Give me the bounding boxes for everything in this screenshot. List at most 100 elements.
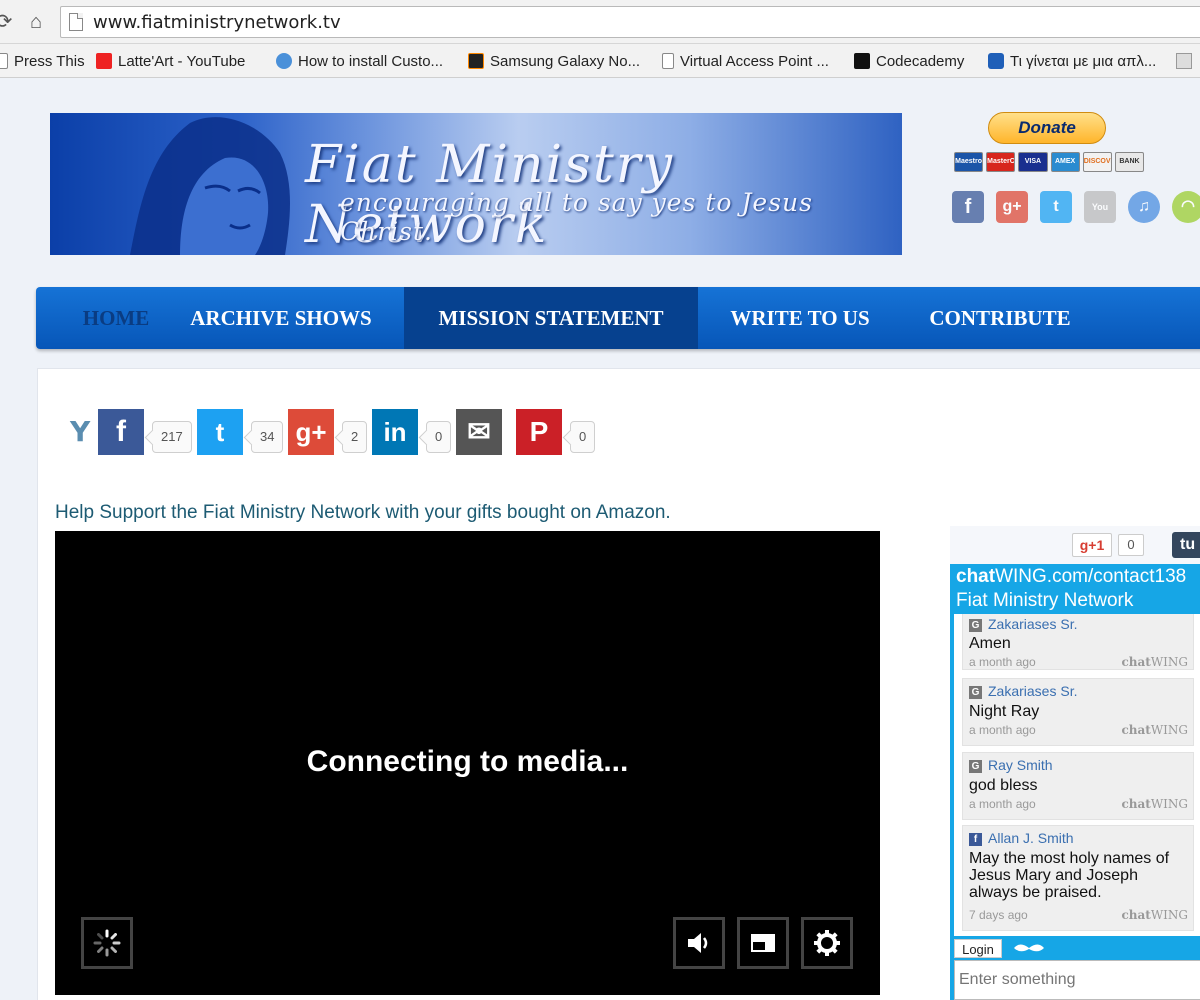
chatwing-brand-bold: chat [1121,797,1151,811]
chat-message-user[interactable]: Zakariases Sr. [988,683,1077,699]
youtube-icon [96,53,112,69]
bookmark-folder-icon[interactable] [1176,53,1192,69]
amex-card-icon: AMEX [1050,152,1080,172]
bookmark-label: Press This [14,52,85,70]
chatwing-brand-rest: WING [1150,797,1188,811]
chatwing-brand: chatWING [1121,655,1188,669]
bookmark-item[interactable]: Virtual Access Point ... [662,51,829,71]
facebook-share-button[interactable]: f [98,409,144,455]
discover-card-icon: DISCOVER [1082,152,1112,172]
page-icon [69,13,83,31]
email-share-button[interactable]: ✉ [456,409,502,455]
chat-message-input[interactable] [954,960,1200,1000]
chatwing-brand-bold: chat [1121,655,1151,669]
gear-icon [814,930,840,956]
reload-icon[interactable]: ⟳ [0,10,16,34]
fullscreen-button[interactable] [737,917,789,969]
chat-message-text: Night Ray [969,703,1040,720]
address-bar[interactable]: www.fiatministrynetwork.tv [60,6,1200,38]
chat-message-text: Amen [969,635,1011,652]
chatwing-brand-rest: WING [1150,655,1188,669]
url-text: www.fiatministrynetwork.tv [93,12,341,33]
bookmark-label: Τι γίνεται με μια απλ... [1010,52,1157,70]
chat-message-list[interactable]: G Zakariases Sr. Amen a month ago chatWI… [954,614,1200,936]
video-player[interactable]: Connecting to media... [55,531,880,995]
chatwing-title[interactable]: chatWING.com/contact138 [956,566,1186,588]
chat-message: G Zakariases Sr. Night Ray a month ago c… [962,678,1194,746]
bookmark-label: How to install Custo... [298,52,444,70]
share-y-icon: Y [70,415,91,448]
volume-icon [688,933,708,953]
browser-toolbar: ⟳ ⌂ www.fiatministrynetwork.tv [0,0,1200,44]
loading-spinner-icon [81,917,133,969]
bookmark-label: Samsung Galaxy No... [490,52,641,70]
itunes-icon[interactable]: ♫ [1128,191,1160,223]
bookmark-item[interactable]: Samsung Galaxy No... [468,51,640,71]
chat-room-name: Fiat Ministry Network [956,590,1134,611]
web-page: Fiat Ministry Network encouraging all to… [0,78,1200,1000]
home-icon[interactable]: ⌂ [24,10,48,34]
pinterest-share-button[interactable]: P [516,409,562,455]
google-plus-one-count: 0 [1118,534,1144,556]
chat-login-button[interactable]: Login [954,939,1002,958]
site-icon [988,53,1004,69]
mastercard-icon: MasterCard [986,152,1016,172]
bookmark-item[interactable]: Codecademy [854,51,964,71]
donate-button[interactable]: Donate [988,112,1106,144]
bookmarks-bar: Press This Latte'Art - YouTube How to in… [0,44,1200,78]
bookmark-item[interactable]: Press This [0,51,85,71]
bookmark-item[interactable]: Τι γίνεται με μια απλ... [988,51,1156,71]
chat-message: G Zakariases Sr. Amen a month ago chatWI… [962,614,1194,670]
google-plus-icon[interactable]: g+ [996,191,1028,223]
nav-item-home[interactable]: HOME [66,287,166,349]
social-links: f g+ t You ♫ ◠ [952,191,1200,225]
maestro-card-icon: Maestro [954,152,984,172]
bookmark-label: Virtual Access Point ... [680,52,829,70]
chatwing-brand-bold: chat [1121,723,1151,737]
google-avatar-icon: G [969,686,982,699]
chat-message-user[interactable]: Zakariases Sr. [988,616,1077,632]
chat-message-text: May the most holy names of Jesus Mary an… [969,850,1170,901]
linkedin-share-button[interactable]: in [372,409,418,455]
fullscreen-icon [751,934,775,952]
twitter-icon[interactable]: t [1040,191,1072,223]
page-icon [662,53,674,69]
nav-item-contribute[interactable]: CONTRIBUTE [912,287,1088,349]
google-avatar-icon: G [969,760,982,773]
bookmark-item[interactable]: How to install Custo... [276,51,443,71]
pinterest-share-count: 0 [570,421,596,453]
nav-item-archive-shows[interactable]: ARCHIVE SHOWS [176,287,386,349]
chat-message-user[interactable]: Allan J. Smith [988,830,1074,846]
chatwing-brand-rest: WING [1150,723,1188,737]
site-banner[interactable]: Fiat Ministry Network encouraging all to… [50,113,902,255]
chatwing-brand: chatWING [1121,908,1188,922]
linkedin-share-count: 0 [426,421,452,453]
facebook-icon[interactable]: f [952,191,984,223]
mustache-icon[interactable] [1012,941,1046,955]
settings-button[interactable] [801,917,853,969]
chat-message-time: a month ago [969,797,1036,811]
chat-message-user[interactable]: Ray Smith [988,757,1053,773]
tumblr-button[interactable]: tu [1172,532,1200,558]
chatwing-title-bold: chat [956,566,996,587]
bookmark-item[interactable]: Latte'Art - YouTube [96,51,245,71]
bank-transfer-icon: BANK [1114,152,1145,172]
volume-button[interactable] [673,917,725,969]
amazon-support-link[interactable]: Help Support the Fiat Ministry Network w… [55,502,671,524]
google-plus-share-button[interactable]: g+ [288,409,334,455]
twitter-share-button[interactable]: t [197,409,243,455]
google-avatar-icon: G [969,619,982,632]
chat-message-time: a month ago [969,723,1036,737]
google-plus-one-button[interactable]: g+1 [1072,533,1112,557]
nav-item-write-to-us[interactable]: WRITE TO US [708,287,892,349]
main-navigation: HOME ARCHIVE SHOWS MISSION STATEMENT WRI… [36,287,1200,349]
player-status-message: Connecting to media... [306,745,629,778]
chatwing-brand: chatWING [1121,797,1188,811]
chatwing-title-rest: WING.com/contact138 [995,566,1187,587]
codecademy-icon [854,53,870,69]
chat-message: f Allan J. Smith May the most holy names… [962,825,1194,931]
podcast-icon[interactable]: ◠ [1172,191,1200,223]
youtube-icon[interactable]: You [1084,191,1116,223]
nav-item-mission-statement[interactable]: MISSION STATEMENT [404,287,698,349]
bookmark-label: Latte'Art - YouTube [118,52,246,70]
